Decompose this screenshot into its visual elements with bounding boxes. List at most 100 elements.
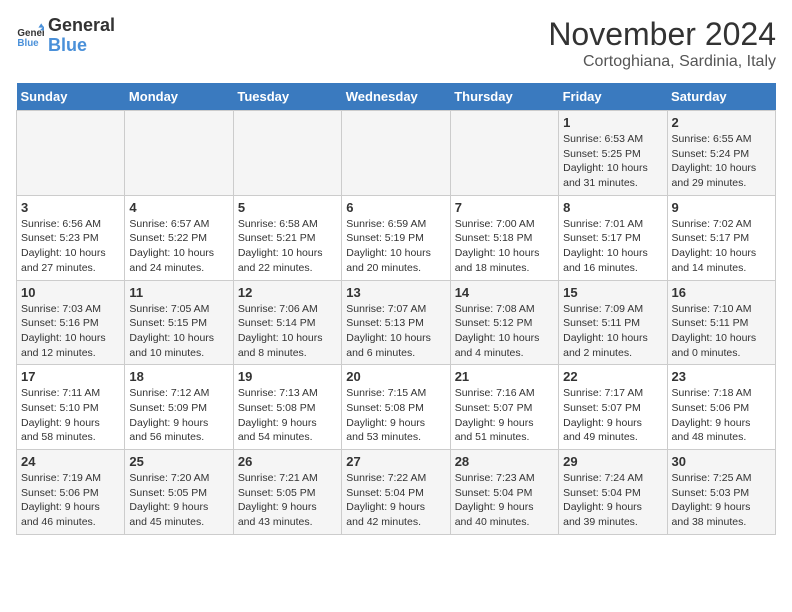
- calendar-cell: 3 Sunrise: 6:56 AM Sunset: 5:23 PM Daylig…: [17, 195, 125, 280]
- day-info: Sunrise: 7:01 AM Sunset: 5:17 PM Dayligh…: [563, 217, 662, 276]
- day-info: Sunrise: 7:15 AM Sunset: 5:08 PM Dayligh…: [346, 386, 445, 445]
- day-info: Sunrise: 7:23 AM Sunset: 5:04 PM Dayligh…: [455, 471, 554, 530]
- calendar-cell: 7Sunrise: 7:00 AM Sunset: 5:18 PM Daylig…: [450, 195, 558, 280]
- calendar-cell: 14 Sunrise: 7:08 AM Sunset: 5:12 PM Dayli…: [450, 280, 558, 365]
- calendar-cell: [17, 111, 125, 196]
- day-info: Sunrise: 6:56 AM Sunset: 5:23 PM Dayligh…: [21, 217, 120, 276]
- day-number: 6: [346, 200, 445, 215]
- calendar-cell: 25 Sunrise: 7:20 AM Sunset: 5:05 PM Dayli…: [125, 450, 233, 535]
- weekday-header-monday: Monday: [125, 83, 233, 111]
- day-number: 1: [563, 115, 662, 130]
- day-info: Sunrise: 7:07 AM Sunset: 5:13 PM Dayligh…: [346, 302, 445, 361]
- day-number: 27: [346, 454, 445, 469]
- calendar-cell: 11 Sunrise: 7:05 AM Sunset: 5:15 PM Dayli…: [125, 280, 233, 365]
- day-number: 2: [672, 115, 771, 130]
- day-number: 15: [563, 285, 662, 300]
- calendar-cell: 13 Sunrise: 7:07 AM Sunset: 5:13 PM Dayli…: [342, 280, 450, 365]
- calendar-week-4: 17Sunrise: 7:11 AM Sunset: 5:10 PM Dayli…: [17, 365, 776, 450]
- calendar-cell: 18 Sunrise: 7:12 AM Sunset: 5:09 PM Dayli…: [125, 365, 233, 450]
- day-number: 11: [129, 285, 228, 300]
- day-info: Sunrise: 7:21 AM Sunset: 5:05 PM Dayligh…: [238, 471, 337, 530]
- day-info: Sunrise: 7:06 AM Sunset: 5:14 PM Dayligh…: [238, 302, 337, 361]
- day-number: 23: [672, 369, 771, 384]
- weekday-header-row: SundayMondayTuesdayWednesdayThursdayFrid…: [17, 83, 776, 111]
- calendar-cell: 23 Sunrise: 7:18 AM Sunset: 5:06 PM Dayli…: [667, 365, 775, 450]
- logo-text: General Blue: [48, 16, 115, 56]
- day-number: 14: [455, 285, 554, 300]
- calendar-table: SundayMondayTuesdayWednesdayThursdayFrid…: [16, 83, 776, 535]
- calendar-cell: 27Sunrise: 7:22 AM Sunset: 5:04 PM Dayli…: [342, 450, 450, 535]
- calendar-cell: 5 Sunrise: 6:58 AM Sunset: 5:21 PM Daylig…: [233, 195, 341, 280]
- calendar-cell: [125, 111, 233, 196]
- calendar-cell: 26 Sunrise: 7:21 AM Sunset: 5:05 PM Dayli…: [233, 450, 341, 535]
- calendar-cell: 29Sunrise: 7:24 AM Sunset: 5:04 PM Dayli…: [559, 450, 667, 535]
- logo-icon: General Blue: [16, 22, 44, 50]
- calendar-cell: 10Sunrise: 7:03 AM Sunset: 5:16 PM Dayli…: [17, 280, 125, 365]
- day-info: Sunrise: 7:00 AM Sunset: 5:18 PM Dayligh…: [455, 217, 554, 276]
- calendar-cell: 4Sunrise: 6:57 AM Sunset: 5:22 PM Daylig…: [125, 195, 233, 280]
- day-number: 28: [455, 454, 554, 469]
- calendar-cell: 8 Sunrise: 7:01 AM Sunset: 5:17 PM Daylig…: [559, 195, 667, 280]
- day-info: Sunrise: 6:53 AM Sunset: 5:25 PM Dayligh…: [563, 132, 662, 191]
- weekday-header-wednesday: Wednesday: [342, 83, 450, 111]
- day-info: Sunrise: 7:02 AM Sunset: 5:17 PM Dayligh…: [672, 217, 771, 276]
- day-number: 18: [129, 369, 228, 384]
- day-number: 26: [238, 454, 337, 469]
- day-number: 22: [563, 369, 662, 384]
- day-number: 13: [346, 285, 445, 300]
- day-number: 12: [238, 285, 337, 300]
- day-info: Sunrise: 6:57 AM Sunset: 5:22 PM Dayligh…: [129, 217, 228, 276]
- weekday-header-saturday: Saturday: [667, 83, 775, 111]
- calendar-week-3: 10Sunrise: 7:03 AM Sunset: 5:16 PM Dayli…: [17, 280, 776, 365]
- day-info: Sunrise: 7:16 AM Sunset: 5:07 PM Dayligh…: [455, 386, 554, 445]
- calendar-cell: 16Sunrise: 7:10 AM Sunset: 5:11 PM Dayli…: [667, 280, 775, 365]
- calendar-cell: [342, 111, 450, 196]
- calendar-title: November 2024: [548, 16, 776, 53]
- day-number: 9: [672, 200, 771, 215]
- calendar-cell: 30 Sunrise: 7:25 AM Sunset: 5:03 PM Dayli…: [667, 450, 775, 535]
- page-header: General Blue General Blue November 2024 …: [16, 16, 776, 71]
- day-info: Sunrise: 6:58 AM Sunset: 5:21 PM Dayligh…: [238, 217, 337, 276]
- weekday-header-friday: Friday: [559, 83, 667, 111]
- day-number: 19: [238, 369, 337, 384]
- day-info: Sunrise: 7:25 AM Sunset: 5:03 PM Dayligh…: [672, 471, 771, 530]
- calendar-cell: 19 Sunrise: 7:13 AM Sunset: 5:08 PM Dayli…: [233, 365, 341, 450]
- day-number: 25: [129, 454, 228, 469]
- day-info: Sunrise: 7:10 AM Sunset: 5:11 PM Dayligh…: [672, 302, 771, 361]
- day-info: Sunrise: 7:08 AM Sunset: 5:12 PM Dayligh…: [455, 302, 554, 361]
- logo: General Blue General Blue: [16, 16, 115, 56]
- calendar-week-5: 24 Sunrise: 7:19 AM Sunset: 5:06 PM Dayli…: [17, 450, 776, 535]
- day-info: Sunrise: 7:12 AM Sunset: 5:09 PM Dayligh…: [129, 386, 228, 445]
- day-number: 5: [238, 200, 337, 215]
- day-info: Sunrise: 7:11 AM Sunset: 5:10 PM Dayligh…: [21, 386, 120, 445]
- day-number: 3: [21, 200, 120, 215]
- svg-text:Blue: Blue: [17, 38, 39, 49]
- day-info: Sunrise: 7:18 AM Sunset: 5:06 PM Dayligh…: [672, 386, 771, 445]
- day-info: Sunrise: 6:55 AM Sunset: 5:24 PM Dayligh…: [672, 132, 771, 191]
- day-number: 29: [563, 454, 662, 469]
- day-info: Sunrise: 7:03 AM Sunset: 5:16 PM Dayligh…: [21, 302, 120, 361]
- calendar-cell: 24 Sunrise: 7:19 AM Sunset: 5:06 PM Dayli…: [17, 450, 125, 535]
- calendar-subtitle: Cortoghiana, Sardinia, Italy: [548, 53, 776, 71]
- calendar-cell: 1 Sunrise: 6:53 AM Sunset: 5:25 PM Daylig…: [559, 111, 667, 196]
- calendar-cell: 2 Sunrise: 6:55 AM Sunset: 5:24 PM Daylig…: [667, 111, 775, 196]
- day-info: Sunrise: 7:05 AM Sunset: 5:15 PM Dayligh…: [129, 302, 228, 361]
- day-info: Sunrise: 7:19 AM Sunset: 5:06 PM Dayligh…: [21, 471, 120, 530]
- weekday-header-tuesday: Tuesday: [233, 83, 341, 111]
- day-info: Sunrise: 7:17 AM Sunset: 5:07 PM Dayligh…: [563, 386, 662, 445]
- calendar-cell: 28 Sunrise: 7:23 AM Sunset: 5:04 PM Dayli…: [450, 450, 558, 535]
- calendar-week-2: 3 Sunrise: 6:56 AM Sunset: 5:23 PM Daylig…: [17, 195, 776, 280]
- weekday-header-thursday: Thursday: [450, 83, 558, 111]
- calendar-cell: 22 Sunrise: 7:17 AM Sunset: 5:07 PM Dayli…: [559, 365, 667, 450]
- day-info: Sunrise: 6:59 AM Sunset: 5:19 PM Dayligh…: [346, 217, 445, 276]
- day-number: 24: [21, 454, 120, 469]
- day-info: Sunrise: 7:13 AM Sunset: 5:08 PM Dayligh…: [238, 386, 337, 445]
- day-number: 8: [563, 200, 662, 215]
- calendar-cell: 17Sunrise: 7:11 AM Sunset: 5:10 PM Dayli…: [17, 365, 125, 450]
- day-info: Sunrise: 7:20 AM Sunset: 5:05 PM Dayligh…: [129, 471, 228, 530]
- day-number: 30: [672, 454, 771, 469]
- calendar-cell: 12 Sunrise: 7:06 AM Sunset: 5:14 PM Dayli…: [233, 280, 341, 365]
- calendar-cell: 9 Sunrise: 7:02 AM Sunset: 5:17 PM Daylig…: [667, 195, 775, 280]
- calendar-cell: [233, 111, 341, 196]
- day-number: 21: [455, 369, 554, 384]
